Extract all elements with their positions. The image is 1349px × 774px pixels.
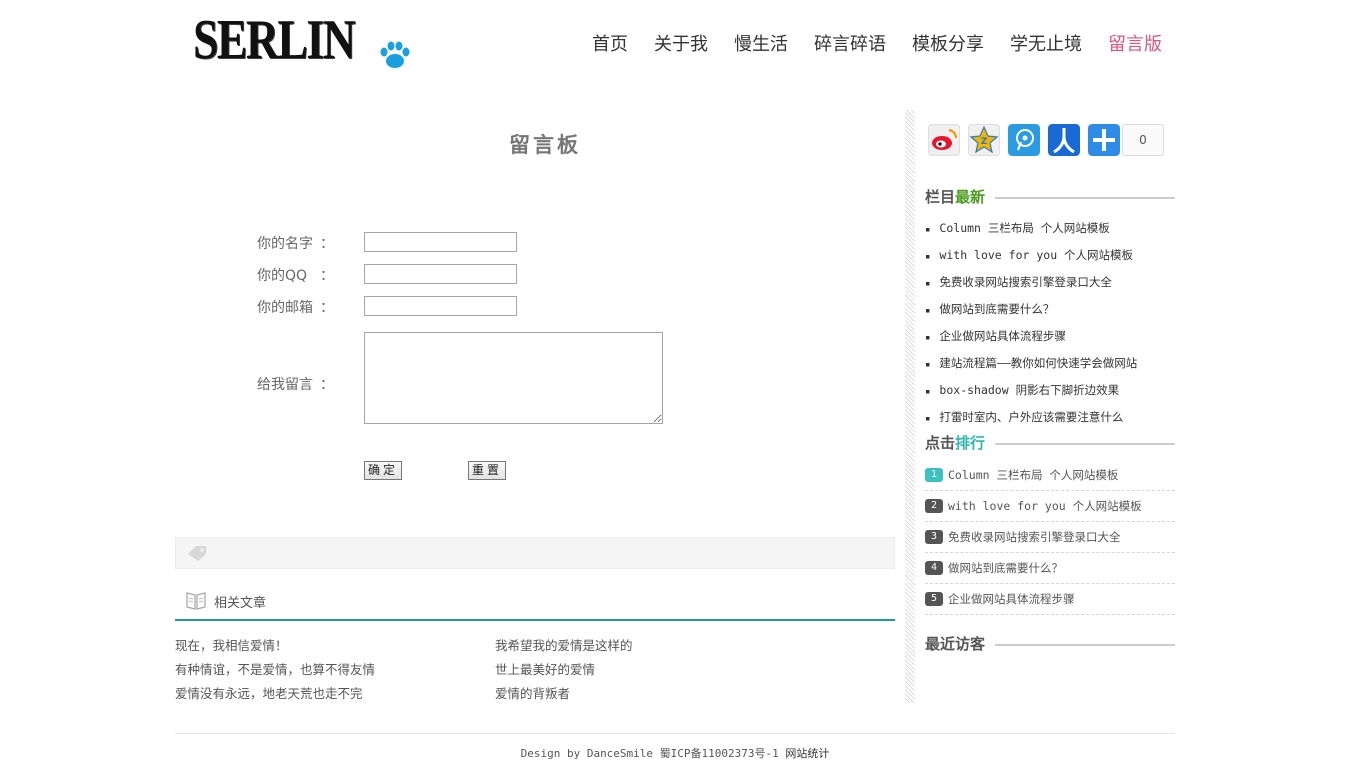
related-link[interactable]: 现在，我相信爱情！ [175, 634, 375, 658]
renren-share-icon[interactable] [1048, 124, 1080, 156]
sidebar-divider [905, 110, 915, 703]
latest-section-header: 栏目最新 [925, 186, 1175, 208]
rank-number: 5 [925, 592, 943, 606]
rank-row[interactable]: 5 企业做网站具体流程步骤 [925, 584, 1175, 615]
reset-button[interactable]: 重置 [468, 461, 507, 480]
paw-icon [380, 41, 410, 68]
name-input[interactable] [364, 232, 517, 252]
more-share-icon[interactable] [1088, 124, 1120, 156]
latest-item[interactable]: 做网站到底需要什么？ [925, 297, 1175, 324]
rank-title[interactable]: Column 三栏布局 个人网站模板 [948, 467, 1118, 483]
email-input[interactable] [364, 296, 517, 316]
rank-row[interactable]: 2 with love for you 个人网站模板 [925, 491, 1175, 522]
qq-input[interactable] [364, 264, 517, 284]
latest-head-rule [995, 197, 1175, 199]
related-list-left: 现在，我相信爱情！ 有种情谊，不是爱情，也算不得友情 爱情没有永远，地老天荒也走… [175, 634, 375, 706]
visitors-head-title: 最近访客 [925, 635, 986, 653]
nav-templates[interactable]: 模板分享 [912, 30, 984, 56]
nav-home[interactable]: 首页 [592, 30, 628, 56]
rank-head-part1: 点击 [925, 434, 956, 452]
footer: Design by DanceSmile 蜀ICP备11002373号-1 网站… [175, 733, 1175, 761]
page-title: 留言板 [509, 133, 581, 157]
related-link[interactable]: 爱情没有永远，地老天荒也走不完 [175, 682, 375, 706]
rank-title[interactable]: 企业做网站具体流程步骤 [948, 591, 1075, 607]
latest-list: Column 三栏布局 个人网站模板 with love for you 个人网… [925, 216, 1175, 432]
rank-number: 1 [925, 468, 943, 482]
qzone-share-icon[interactable]: Z [968, 124, 1000, 156]
qq-colon: ： [320, 268, 334, 284]
related-link[interactable]: 有种情谊，不是爱情，也算不得友情 [175, 658, 375, 682]
rank-list: 1 Column 三栏布局 个人网站模板 2 with love for you… [925, 460, 1175, 615]
rank-number: 2 [925, 499, 943, 513]
qq-label: 你的QQ [257, 268, 308, 284]
message-colon: ： [320, 377, 334, 393]
message-textarea[interactable] [364, 332, 663, 424]
nav-slow-life[interactable]: 慢生活 [734, 30, 788, 56]
latest-item[interactable]: Column 三栏布局 个人网站模板 [925, 216, 1175, 243]
latest-head-part2: 最新 [955, 188, 986, 206]
latest-item[interactable]: 企业做网站具体流程步骤 [925, 324, 1175, 351]
rank-title[interactable]: 免费收录网站搜索引擎登录口大全 [948, 529, 1121, 545]
related-link[interactable]: 爱情的背叛者 [495, 682, 633, 706]
submit-button[interactable]: 确定 [364, 461, 403, 480]
name-label: 你的名字 [257, 236, 313, 252]
rank-row[interactable]: 3 免费收录网站搜索引擎登录口大全 [925, 522, 1175, 553]
latest-item[interactable]: 建站流程篇——教你如何快速学会做网站 [925, 351, 1175, 378]
rank-row[interactable]: 4 做网站到底需要什么？ [925, 553, 1175, 584]
svg-text:Z: Z [981, 137, 988, 147]
visitors-head-rule [995, 644, 1175, 646]
main-nav: 首页 关于我 慢生活 碎言碎语 模板分享 学无止境 留言版 [592, 30, 1162, 56]
email-colon: ： [320, 300, 334, 316]
rank-number: 4 [925, 561, 943, 575]
related-articles-header: 相关文章 [175, 584, 895, 621]
share-bar: Z 0 [928, 124, 1164, 156]
site-stats-link[interactable]: 网站统计 [785, 747, 829, 760]
footer-text: Design by DanceSmile 蜀ICP备11002373号-1 [520, 747, 779, 760]
related-list-right: 我希望我的爱情是这样的 世上最美好的爱情 爱情的背叛者 [495, 634, 633, 706]
email-label: 你的邮箱 [257, 300, 313, 316]
related-link[interactable]: 我希望我的爱情是这样的 [495, 634, 633, 658]
nav-guestbook[interactable]: 留言版 [1108, 30, 1162, 56]
visitors-section-header: 最近访客 [925, 633, 1175, 655]
latest-item[interactable]: 免费收录网站搜索引擎登录口大全 [925, 270, 1175, 297]
tag-icon [188, 546, 206, 561]
related-link[interactable]: 世上最美好的爱情 [495, 658, 633, 682]
share-count: 0 [1122, 124, 1164, 156]
rank-head-rule [995, 443, 1175, 445]
rank-title[interactable]: 做网站到底需要什么？ [948, 560, 1063, 576]
book-icon [186, 592, 206, 610]
logo-text: SERLIN [193, 9, 356, 71]
nav-musings[interactable]: 碎言碎语 [814, 30, 886, 56]
latest-head-part1: 栏目 [925, 188, 956, 206]
nav-learning[interactable]: 学无止境 [1010, 30, 1082, 56]
weibo-share-icon[interactable] [928, 124, 960, 156]
related-articles-title: 相关文章 [214, 596, 267, 611]
rank-head-part2: 排行 [955, 434, 986, 452]
rank-section-header: 点击排行 [925, 432, 1175, 454]
nav-about[interactable]: 关于我 [654, 30, 708, 56]
tag-bar [175, 537, 895, 569]
tencent-weibo-share-icon[interactable] [1008, 124, 1040, 156]
latest-item[interactable]: 打雷时室内、户外应该需要注意什么 [925, 405, 1175, 432]
name-colon: ： [320, 236, 334, 252]
rank-row[interactable]: 1 Column 三栏布局 个人网站模板 [925, 460, 1175, 491]
latest-item[interactable]: box-shadow 阴影右下脚折边效果 [925, 378, 1175, 405]
message-label: 给我留言 [257, 377, 313, 393]
rank-title[interactable]: with love for you 个人网站模板 [948, 498, 1142, 514]
rank-number: 3 [925, 530, 943, 544]
latest-item[interactable]: with love for you 个人网站模板 [925, 243, 1175, 270]
